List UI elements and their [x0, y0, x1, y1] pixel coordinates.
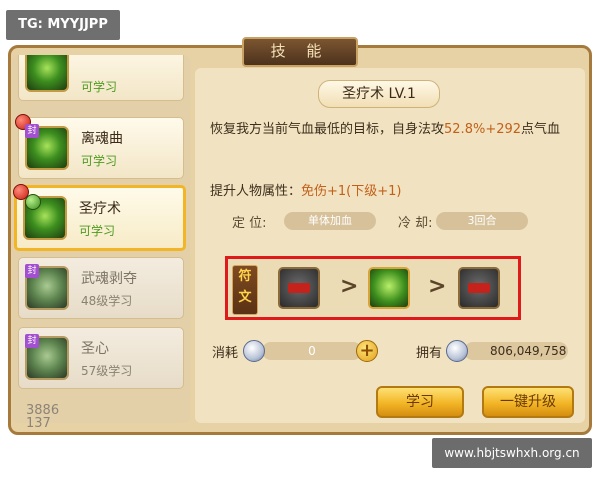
attribute-line: 提升人物属性：免伤+1(下级+1)	[210, 180, 402, 199]
cooldown-label: 冷 却:	[398, 216, 433, 231]
lock-icon	[288, 283, 310, 293]
skill-status: 57级学习	[81, 364, 133, 378]
sealed-badge: 封	[25, 264, 39, 278]
skill-item-wuhunbaoduo[interactable]: 封 武魂剥夺 48级学习	[18, 257, 184, 319]
skill-item-0[interactable]: 可学习	[18, 55, 184, 101]
arrow-right-icon: >	[340, 274, 359, 299]
cost-value: 0	[262, 342, 362, 360]
position-value: 单体加血	[284, 212, 376, 230]
attribute-label: 提升人物属性：	[210, 184, 302, 199]
position-label: 定 位:	[232, 216, 267, 231]
skill-status: 可学习	[79, 224, 116, 238]
skill-name: 离魂曲	[81, 131, 123, 147]
footer-url: www.hbjtswhxh.org.cn	[432, 438, 592, 468]
rune-slot-locked-2[interactable]	[458, 267, 500, 309]
skill-list: 可学习 封 离魂曲 可学习 圣疗术 可学习 封 武魂剥夺 48级学习 封 圣心 …	[12, 55, 190, 423]
auto-upgrade-button[interactable]: 一键升级	[482, 386, 574, 418]
coin-icon	[446, 340, 468, 362]
skill-item-lihunqu[interactable]: 封 离魂曲 可学习	[15, 114, 184, 179]
overlay-number: 3886 137	[26, 404, 59, 430]
rune-slot-active[interactable]	[368, 267, 410, 309]
skill-item-shengliaoshu[interactable]: 圣疗术 可学习	[13, 184, 186, 251]
active-dot-icon	[25, 194, 41, 210]
add-currency-button[interactable]: +	[356, 340, 378, 362]
skill-status: 48级学习	[81, 294, 133, 308]
skill-name: 圣疗术	[79, 201, 121, 217]
description-suffix: 点气血	[521, 122, 561, 137]
skill-item-shengxin[interactable]: 封 圣心 57级学习	[18, 327, 184, 389]
arrow-right-icon: >	[428, 274, 447, 299]
rune-slot-locked-1[interactable]	[278, 267, 320, 309]
description-highlight: 52.8%+292	[444, 122, 522, 137]
rune-tag-char-2: 文	[238, 290, 252, 305]
skill-status: 可学习	[81, 154, 118, 168]
rune-tag[interactable]: 符 文	[232, 265, 258, 315]
owned-value: 806,049,758	[464, 342, 568, 360]
attribute-value: 免伤+1(下级+1)	[301, 184, 402, 199]
sealed-badge: 封	[25, 334, 39, 348]
description-text: 恢复我方当前气血最低的目标，自身法攻	[210, 122, 445, 137]
skill-title: 圣疗术 LV.1	[318, 80, 440, 108]
skill-status: 可学习	[81, 80, 118, 94]
cost-label: 消耗	[212, 346, 239, 361]
cooldown-value: 3回合	[436, 212, 528, 230]
owned-label: 拥有	[416, 346, 443, 361]
window-title: 技 能	[242, 37, 358, 67]
skill-description: 恢复我方当前气血最低的目标，自身法攻52.8%+292点气血	[210, 118, 580, 137]
skill-name: 圣心	[81, 341, 109, 357]
learn-button[interactable]: 学习	[376, 386, 464, 418]
sealed-badge: 封	[25, 124, 39, 138]
coin-icon	[243, 340, 265, 362]
skill-icon-0	[25, 55, 69, 92]
overlay-number-2: 137	[26, 416, 51, 431]
skill-name: 武魂剥夺	[81, 271, 137, 287]
watermark-tag: TG: MYYJJPP	[6, 10, 120, 40]
rune-tag-char-1: 符	[238, 269, 252, 284]
lock-icon	[468, 283, 490, 293]
